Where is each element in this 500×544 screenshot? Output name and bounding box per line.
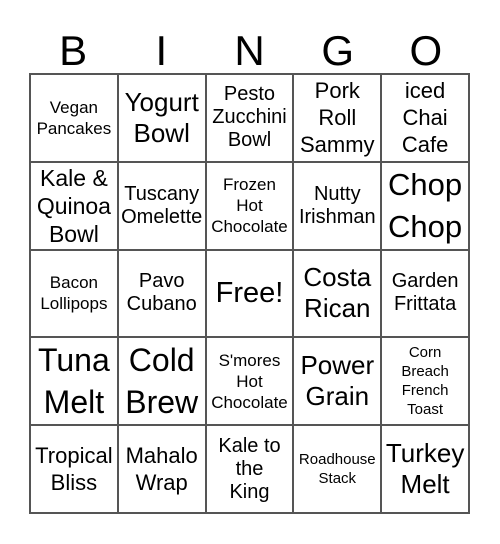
bingo-cell[interactable]: Cold Brew: [117, 337, 206, 426]
bingo-cell[interactable]: Pesto Zucchini Bowl: [205, 74, 294, 162]
cell-label: Pavo Cubano: [126, 270, 197, 316]
bingo-cell[interactable]: Nutty Irishman: [293, 161, 382, 250]
bingo-cell[interactable]: Mahalo Wrap: [117, 425, 206, 513]
bingo-cell[interactable]: S'mores Hot Chocolate: [205, 337, 294, 426]
cell-label: Frozen Hot Chocolate: [211, 175, 288, 237]
cell-label: Chop Chop: [388, 166, 463, 244]
bingo-cell[interactable]: Costa Rican: [293, 249, 382, 338]
cell-label: Power Grain: [300, 350, 375, 412]
header-letter-i: I: [155, 27, 168, 74]
cell-label: Costa Rican: [303, 262, 372, 324]
header-letter-o: O: [409, 27, 443, 74]
bingo-cell[interactable]: Pork Roll Sammy: [293, 74, 382, 162]
bingo-cell[interactable]: Turkey Melt: [381, 425, 469, 513]
bingo-cell[interactable]: Tuna Melt: [30, 337, 118, 426]
bingo-cell[interactable]: Garden Frittata: [381, 249, 469, 338]
bingo-cell[interactable]: Frozen Hot Chocolate: [205, 161, 294, 250]
cell-label: S'mores Hot Chocolate: [211, 350, 288, 412]
cell-label: Turkey Melt: [385, 438, 465, 500]
cell-label: Garden Frittata: [391, 270, 459, 316]
bingo-cell[interactable]: iced Chai Cafe: [381, 74, 469, 162]
bingo-cell[interactable]: Chop Chop: [381, 161, 469, 250]
cell-label: Pork Roll Sammy: [300, 78, 375, 158]
cell-label: Kale to the King: [218, 434, 281, 503]
cell-label: Tuscany Omelette: [121, 182, 203, 228]
bingo-cell[interactable]: Tuscany Omelette: [117, 161, 206, 250]
cell-label: Vegan Pancakes: [36, 97, 112, 138]
cell-label: Cold Brew: [125, 342, 199, 421]
cell-label: iced Chai Cafe: [401, 78, 449, 158]
cell-label: Bacon Lollipops: [40, 273, 108, 314]
cell-label: Free!: [215, 277, 284, 310]
cell-label: Kale & Quinoa Bowl: [36, 164, 111, 247]
bingo-header: B I N G O: [29, 28, 470, 73]
cell-label: Pesto Zucchini Bowl: [212, 83, 287, 152]
header-letter-b: B: [59, 27, 88, 74]
cell-label: Tropical Bliss: [35, 443, 113, 496]
cell-label: Mahalo Wrap: [125, 443, 198, 496]
bingo-cell[interactable]: Power Grain: [293, 337, 382, 426]
bingo-cell[interactable]: Yogurt Bowl: [117, 74, 206, 162]
bingo-cell[interactable]: Corn Breach French Toast: [381, 337, 469, 426]
cell-label: Tuna Melt: [38, 342, 110, 421]
bingo-cell[interactable]: Tropical Bliss: [30, 425, 118, 513]
bingo-cell[interactable]: Bacon Lollipops: [30, 249, 118, 338]
bingo-cell[interactable]: Kale to the King: [205, 425, 294, 513]
free-space[interactable]: Free!: [205, 249, 294, 338]
bingo-cell[interactable]: Kale & Quinoa Bowl: [30, 161, 118, 250]
bingo-cell[interactable]: Roadhouse Stack: [293, 425, 382, 513]
cell-label: Corn Breach French Toast: [401, 344, 449, 419]
header-letter-g: G: [321, 27, 355, 74]
bingo-grid: Vegan Pancakes Yogurt Bowl Pesto Zucchin…: [29, 73, 470, 514]
cell-label: Nutty Irishman: [298, 182, 376, 228]
header-letter-n: N: [234, 27, 265, 74]
bingo-cell[interactable]: Pavo Cubano: [117, 249, 206, 338]
cell-label: Roadhouse Stack: [298, 451, 376, 488]
bingo-cell[interactable]: Vegan Pancakes: [30, 74, 118, 162]
cell-label: Yogurt Bowl: [124, 86, 199, 148]
